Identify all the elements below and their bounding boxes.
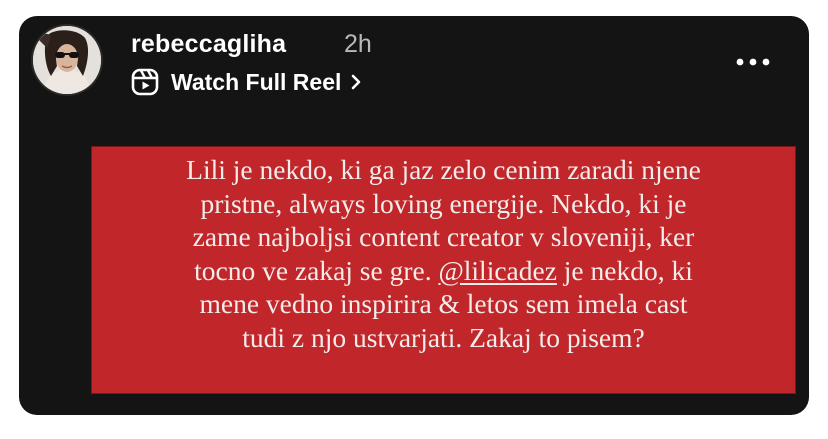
more-options-icon[interactable] <box>733 54 773 70</box>
post-time: 2h <box>344 30 372 58</box>
story-text-line: pristne, always loving energije. Nekdo, … <box>200 187 687 219</box>
avatar-photo <box>33 26 101 94</box>
watch-full-reel-link[interactable]: Watch Full Reel <box>131 67 363 97</box>
story-text-line: Lili je nekdo, ki ga jaz zelo cenim zara… <box>186 154 701 185</box>
watch-full-reel-label: Watch Full Reel <box>171 68 342 95</box>
chevron-right-icon <box>352 74 361 90</box>
story-text-fragment: tocno ve zakaj se gre. <box>194 254 439 286</box>
story-text-line: tudi z njo ustvarjati. Zakaj to pisem? <box>242 321 645 353</box>
username[interactable]: rebeccagliha <box>131 30 286 59</box>
mention-link[interactable]: @lilicadez <box>438 255 556 286</box>
reel-icon <box>131 68 159 96</box>
story-text-line: mene vedno inspirira & letos sem imela c… <box>199 288 688 319</box>
story-text-line-with-mention: tocno ve zakaj se gre. @lilicadez je nek… <box>104 254 783 288</box>
story-text-line: zame najboljsi content creator v sloveni… <box>192 221 695 252</box>
story-card: rebeccagliha 2h Watch Full Reel Lili je … <box>19 16 809 415</box>
avatar[interactable] <box>33 26 101 94</box>
story-text-block: Lili je nekdo, ki ga jaz zelo cenim zara… <box>92 147 795 393</box>
story-text-fragment: je nekdo, ki <box>556 254 693 286</box>
